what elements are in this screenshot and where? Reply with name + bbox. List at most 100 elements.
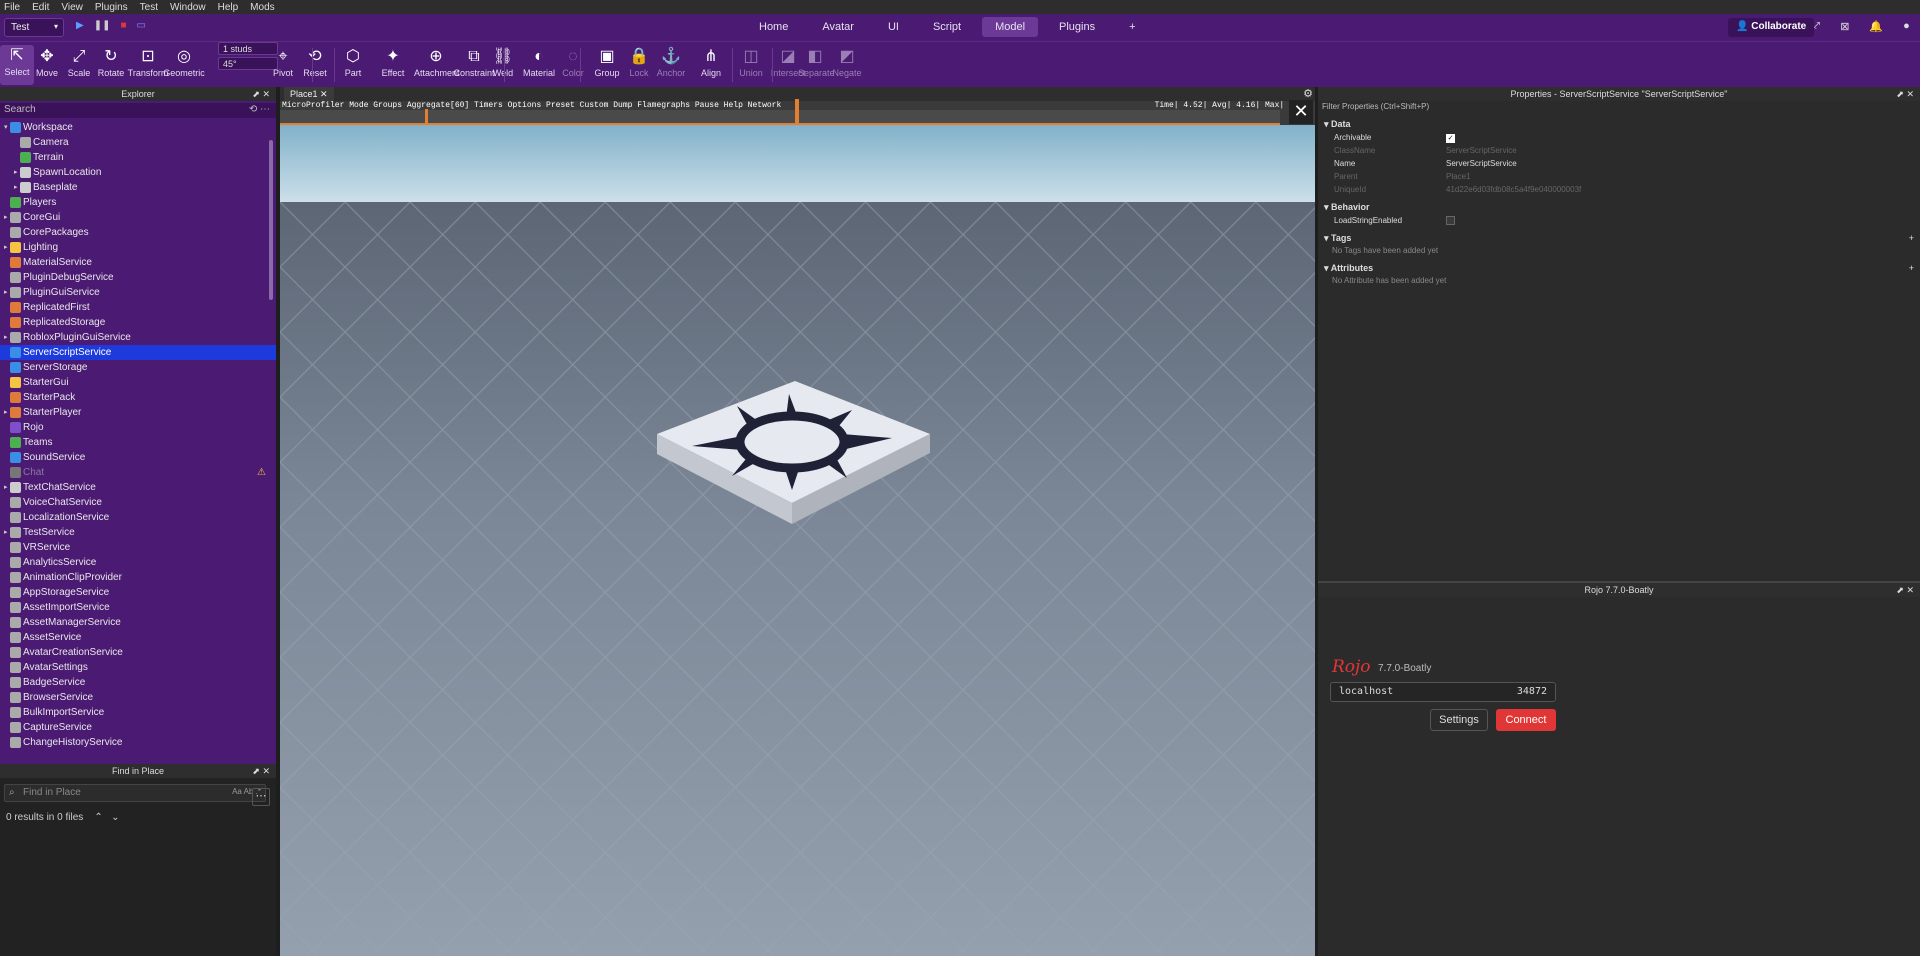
expand-arrow-icon[interactable]: ▸	[4, 210, 8, 225]
section-attributes[interactable]: ▾ Attributes +	[1318, 261, 1920, 275]
property-row[interactable]: Parent Place1	[1318, 170, 1920, 183]
close-microprofiler-icon[interactable]: ✕	[1289, 100, 1313, 124]
tool-part-button[interactable]: ⬡ Part	[336, 46, 370, 78]
tree-item[interactable]: BrowserService	[0, 690, 276, 705]
tool-geometric-button[interactable]: ◎ Geometric	[162, 46, 206, 78]
pause-icon[interactable]: ❚❚	[94, 20, 111, 31]
share-icon[interactable]: ⤤	[1814, 20, 1820, 33]
connect-button[interactable]: Connect	[1496, 709, 1556, 731]
property-value[interactable]: 41d22e6d03fdb08c5a4f9e040000003f	[1446, 183, 1581, 196]
tree-item[interactable]: ReplicatedFirst	[0, 300, 276, 315]
tool-move-button[interactable]: ✥ Move	[30, 46, 64, 78]
spawn-location[interactable]	[280, 87, 1315, 956]
tool-color-button[interactable]: ◌ Color	[556, 46, 590, 78]
menu-file[interactable]: File	[4, 2, 20, 13]
checkbox-checked-icon[interactable]: ✓	[1446, 134, 1455, 143]
tree-item[interactable]: StarterPack	[0, 390, 276, 405]
expand-arrow-icon[interactable]: ▸	[4, 285, 8, 300]
menu-help[interactable]: Help	[218, 2, 239, 13]
section-tags[interactable]: ▾ Tags +	[1318, 231, 1920, 245]
close-icon[interactable]: ⬈ ✕	[1896, 87, 1914, 101]
tab-plugins[interactable]: Plugins	[1046, 17, 1108, 37]
tree-item[interactable]: BadgeService	[0, 675, 276, 690]
property-row[interactable]: UniqueId 41d22e6d03fdb08c5a4f9e040000003f	[1318, 183, 1920, 196]
explorer-search-input[interactable]: Search ⟲ ⋯	[0, 103, 276, 118]
tool-separate-button[interactable]: ◧ Separate	[798, 46, 835, 78]
tool-lock-button[interactable]: 🔒 Lock	[622, 46, 656, 78]
tab-model[interactable]: Model	[982, 17, 1039, 37]
tree-item[interactable]: AnimationClipProvider	[0, 570, 276, 585]
expand-arrow-icon[interactable]: ▸	[4, 330, 8, 345]
tree-item[interactable]: CorePackages	[0, 225, 276, 240]
tree-item[interactable]: AssetService	[0, 630, 276, 645]
property-checkbox[interactable]	[1446, 214, 1455, 229]
tree-item[interactable]: SoundService	[0, 450, 276, 465]
tree-item[interactable]: Players	[0, 195, 276, 210]
tool-negate-button[interactable]: ◩ Negate	[830, 46, 864, 78]
expand-arrow-icon[interactable]: ▸	[14, 180, 18, 195]
menu-plugins[interactable]: Plugins	[95, 2, 128, 13]
tree-item[interactable]: MaterialService	[0, 255, 276, 270]
notifications-icon[interactable]: 🔔	[1869, 20, 1883, 33]
tree-item[interactable]: Rojo	[0, 420, 276, 435]
property-value[interactable]: ✓	[1446, 131, 1455, 144]
tree-item[interactable]: StarterGui	[0, 375, 276, 390]
tree-item[interactable]: ▸ Baseplate	[0, 180, 276, 195]
play-icon[interactable]: ▶	[76, 20, 84, 31]
expand-arrow-icon[interactable]: ▸	[4, 480, 8, 495]
section-data[interactable]: ▾ Data	[1318, 117, 1920, 131]
tree-item[interactable]: AvatarCreationService	[0, 645, 276, 660]
tool-weld-button[interactable]: ⛓ Weld	[486, 46, 520, 78]
collaborate-button[interactable]: 👤 Collaborate	[1728, 18, 1815, 37]
tree-item[interactable]: Teams	[0, 435, 276, 450]
tree-item[interactable]: AvatarSettings	[0, 660, 276, 675]
grid-icon[interactable]: ⊠	[1840, 20, 1849, 33]
menu-window[interactable]: Window	[170, 2, 206, 13]
tool-union-button[interactable]: ◫ Union	[734, 46, 768, 78]
expand-arrow-icon[interactable]: ▸	[4, 240, 8, 255]
tree-item[interactable]: ▸ StarterPlayer	[0, 405, 276, 420]
menu-edit[interactable]: Edit	[32, 2, 49, 13]
tree-item[interactable]: PluginDebugService	[0, 270, 276, 285]
close-icon[interactable]: ⬈ ✕	[1896, 583, 1914, 597]
avatar[interactable]: ●	[1903, 20, 1910, 33]
tool-select-button[interactable]: ⇱ Select	[0, 45, 34, 85]
tab-script[interactable]: Script	[920, 17, 974, 37]
tool-scale-button[interactable]: ⤢ Scale	[62, 46, 96, 78]
tab-add[interactable]: +	[1116, 17, 1148, 37]
tool-reset-button[interactable]: ⟲ Reset	[298, 46, 332, 78]
tree-item[interactable]: AppStorageService	[0, 585, 276, 600]
expand-arrow-icon[interactable]: ▸	[14, 165, 18, 180]
chevron-up-icon[interactable]: ⌃	[94, 812, 102, 823]
property-row[interactable]: ClassName ServerScriptService	[1318, 144, 1920, 157]
tree-item[interactable]: AssetImportService	[0, 600, 276, 615]
test-mode-select[interactable]: Test ▾	[4, 18, 64, 37]
tree-item[interactable]: ServerStorage	[0, 360, 276, 375]
property-value[interactable]: ServerScriptService	[1446, 157, 1517, 170]
tree-item[interactable]: Terrain	[0, 150, 276, 165]
tree-item[interactable]: ▸ PluginGuiService	[0, 285, 276, 300]
expand-arrow-icon[interactable]: ▾	[4, 120, 8, 135]
tab-home[interactable]: Home	[746, 17, 801, 37]
tree-item[interactable]: ▸ TestService	[0, 525, 276, 540]
tool-group-button[interactable]: ▣ Group	[590, 46, 624, 78]
close-icon[interactable]: ⬈ ✕	[252, 764, 270, 778]
tree-item[interactable]: ▸ TextChatService	[0, 480, 276, 495]
add-attribute-icon[interactable]: +	[1909, 261, 1914, 275]
tool-align-button[interactable]: ⋔ Align	[694, 46, 728, 78]
menu-mods[interactable]: Mods	[250, 2, 274, 13]
filter-properties-input[interactable]: Filter Properties (Ctrl+Shift+P)	[1318, 101, 1920, 113]
tree-item[interactable]: Chat ⚠	[0, 465, 276, 480]
port-input[interactable]: 34872	[1517, 686, 1547, 697]
tool-material-button[interactable]: ◐ Material	[522, 46, 556, 78]
expand-arrow-icon[interactable]: ▸	[4, 525, 8, 540]
tab-ui[interactable]: UI	[875, 17, 912, 37]
find-input[interactable]: ⌕ Find in Place Aa Ab .*	[4, 784, 266, 802]
property-row[interactable]: Name ServerScriptService	[1318, 157, 1920, 170]
add-tag-icon[interactable]: +	[1909, 231, 1914, 245]
stop-icon[interactable]: ■	[120, 20, 126, 31]
host-input[interactable]: localhost 34872	[1330, 682, 1556, 702]
property-row[interactable]: Archivable ✓	[1318, 131, 1920, 144]
tree-item[interactable]: AnalyticsService	[0, 555, 276, 570]
tool-effect-button[interactable]: ✦ Effect	[376, 46, 410, 78]
